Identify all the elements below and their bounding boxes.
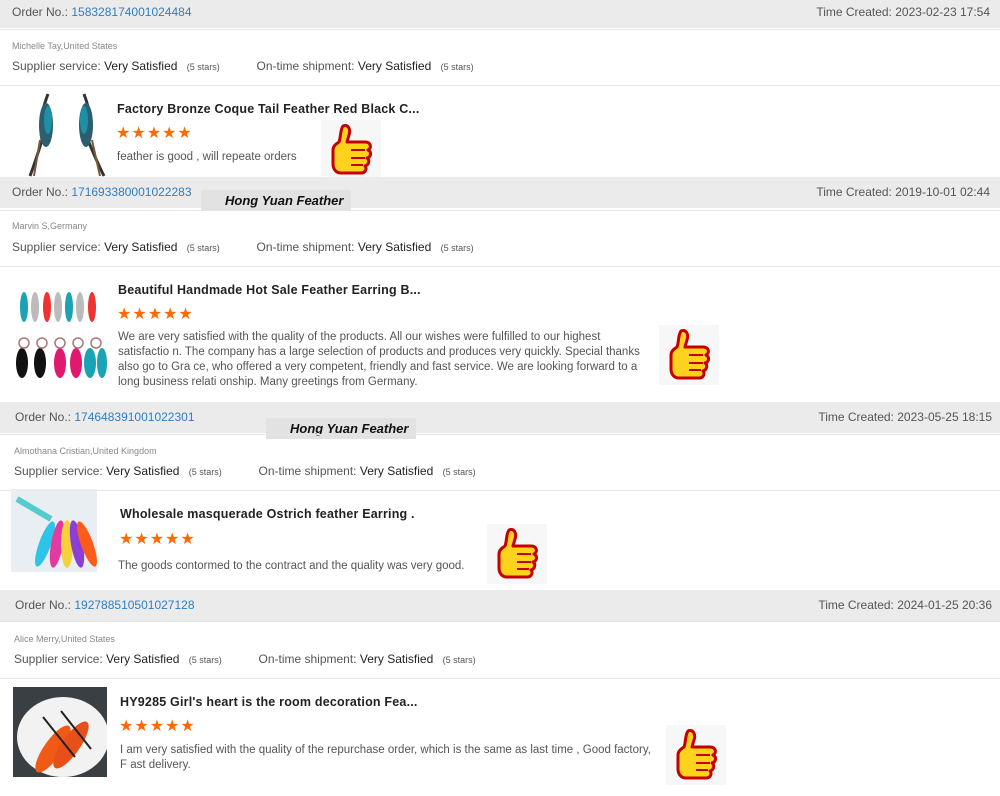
thumbs-up-icon (487, 524, 547, 584)
ratings-row: Supplier service: Very Satisfied (5 star… (12, 59, 474, 73)
divider (0, 85, 1000, 86)
buyer-name: Marvin S,Germany (12, 221, 88, 231)
order-no-link[interactable]: 192788510501027128 (74, 598, 194, 612)
ratings-row: Supplier service: Very Satisfied (5 star… (12, 240, 474, 254)
buyer-name: Michelle Tay,United States (12, 41, 118, 51)
shipment-stars-text: (5 stars) (440, 243, 474, 253)
buyer-name: Alice Merry,United States (14, 634, 115, 644)
rating-stars: ★★★★★ (119, 718, 196, 735)
product-title-link[interactable]: Factory Bronze Coque Tail Feather Red Bl… (117, 102, 420, 116)
product-image[interactable] (12, 285, 108, 381)
order-header: Order No.: 174648391001022301 Time Creat… (0, 402, 1000, 433)
order-no-label: Order No.: (12, 5, 69, 19)
shipment-label: On-time shipment: (256, 240, 355, 254)
supplier-stars-text: (5 stars) (188, 467, 222, 477)
divider (0, 266, 1000, 267)
review-text: I am very satisfied with the quality of … (120, 744, 651, 771)
divider (0, 621, 1000, 622)
shipment-value: Very Satisfied (359, 464, 434, 478)
supplier-stars-text: (5 stars) (186, 243, 220, 253)
shipment-value: Very Satisfied (357, 59, 432, 73)
supplier-service-label: Supplier service: (14, 652, 103, 666)
thumbs-up-icon (659, 325, 719, 385)
divider (0, 29, 1000, 30)
thumbs-up-icon (666, 725, 726, 785)
time-created-label: Time Created: (816, 185, 892, 199)
divider (0, 210, 1000, 211)
review-text: The goods contormed to the contract and … (118, 560, 465, 572)
product-image[interactable] (26, 90, 106, 178)
supplier-service-value: Very Satisfied (106, 464, 180, 478)
time-created-label: Time Created: (818, 598, 894, 612)
order-no-link[interactable]: 158328174001024484 (71, 5, 191, 19)
shipment-label: On-time shipment: (256, 59, 355, 73)
rating-stars: ★★★★★ (119, 531, 196, 548)
time-created-value: 2023-05-25 18:15 (897, 410, 992, 424)
divider (0, 490, 1000, 491)
order-header: Order No.: 192788510501027128 Time Creat… (0, 590, 1000, 621)
order-no-label: Order No.: (15, 410, 72, 424)
ratings-row: Supplier service: Very Satisfied (5 star… (14, 652, 476, 666)
order-no-label: Order No.: (12, 185, 69, 199)
supplier-service-label: Supplier service: (14, 464, 103, 478)
review-text: We are very satisfied with the quality o… (118, 331, 640, 388)
shipment-value: Very Satisfied (359, 652, 434, 666)
thumbs-up-icon (321, 120, 381, 180)
time-created-value: 2024-01-25 20:36 (897, 598, 992, 612)
ratings-row: Supplier service: Very Satisfied (5 star… (14, 464, 476, 478)
supplier-stars-text: (5 stars) (188, 655, 222, 665)
order-no-link[interactable]: 171693380001022283 (71, 185, 191, 199)
order-header: Order No.: 171693380001022283 Time Creat… (0, 177, 1000, 208)
shipment-label: On-time shipment: (258, 652, 357, 666)
product-image[interactable] (13, 687, 107, 777)
supplier-service-value: Very Satisfied (104, 240, 178, 254)
time-created-value: 2023-02-23 17:54 (895, 5, 990, 19)
time-created-label: Time Created: (816, 5, 892, 19)
shipment-stars-text: (5 stars) (442, 655, 476, 665)
time-created-label: Time Created: (818, 410, 894, 424)
product-title-link[interactable]: Wholesale masquerade Ostrich feather Ear… (120, 507, 415, 521)
rating-stars: ★★★★★ (116, 125, 193, 142)
shipment-stars-text: (5 stars) (442, 467, 476, 477)
supplier-service-value: Very Satisfied (106, 652, 180, 666)
divider (0, 678, 1000, 679)
buyer-name: Almothana Cristian,United Kingdom (14, 446, 157, 456)
rating-stars: ★★★★★ (117, 306, 194, 323)
divider (0, 434, 1000, 435)
watermark: Hong Yuan Feather (266, 418, 417, 439)
product-image[interactable] (11, 489, 97, 572)
order-no-link[interactable]: 174648391001022301 (74, 410, 194, 424)
supplier-service-label: Supplier service: (12, 240, 101, 254)
watermark: Hong Yuan Feather (201, 190, 352, 211)
order-header: Order No.: 158328174001024484 Time Creat… (0, 0, 1000, 28)
shipment-stars-text: (5 stars) (440, 62, 474, 72)
product-title-link[interactable]: HY9285 Girl's heart is the room decorati… (120, 695, 418, 709)
supplier-service-value: Very Satisfied (104, 59, 178, 73)
supplier-service-label: Supplier service: (12, 59, 101, 73)
time-created-value: 2019-10-01 02:44 (895, 185, 990, 199)
shipment-value: Very Satisfied (357, 240, 432, 254)
order-no-label: Order No.: (15, 598, 72, 612)
shipment-label: On-time shipment: (258, 464, 357, 478)
product-title-link[interactable]: Beautiful Handmade Hot Sale Feather Earr… (118, 283, 421, 297)
supplier-stars-text: (5 stars) (186, 62, 220, 72)
